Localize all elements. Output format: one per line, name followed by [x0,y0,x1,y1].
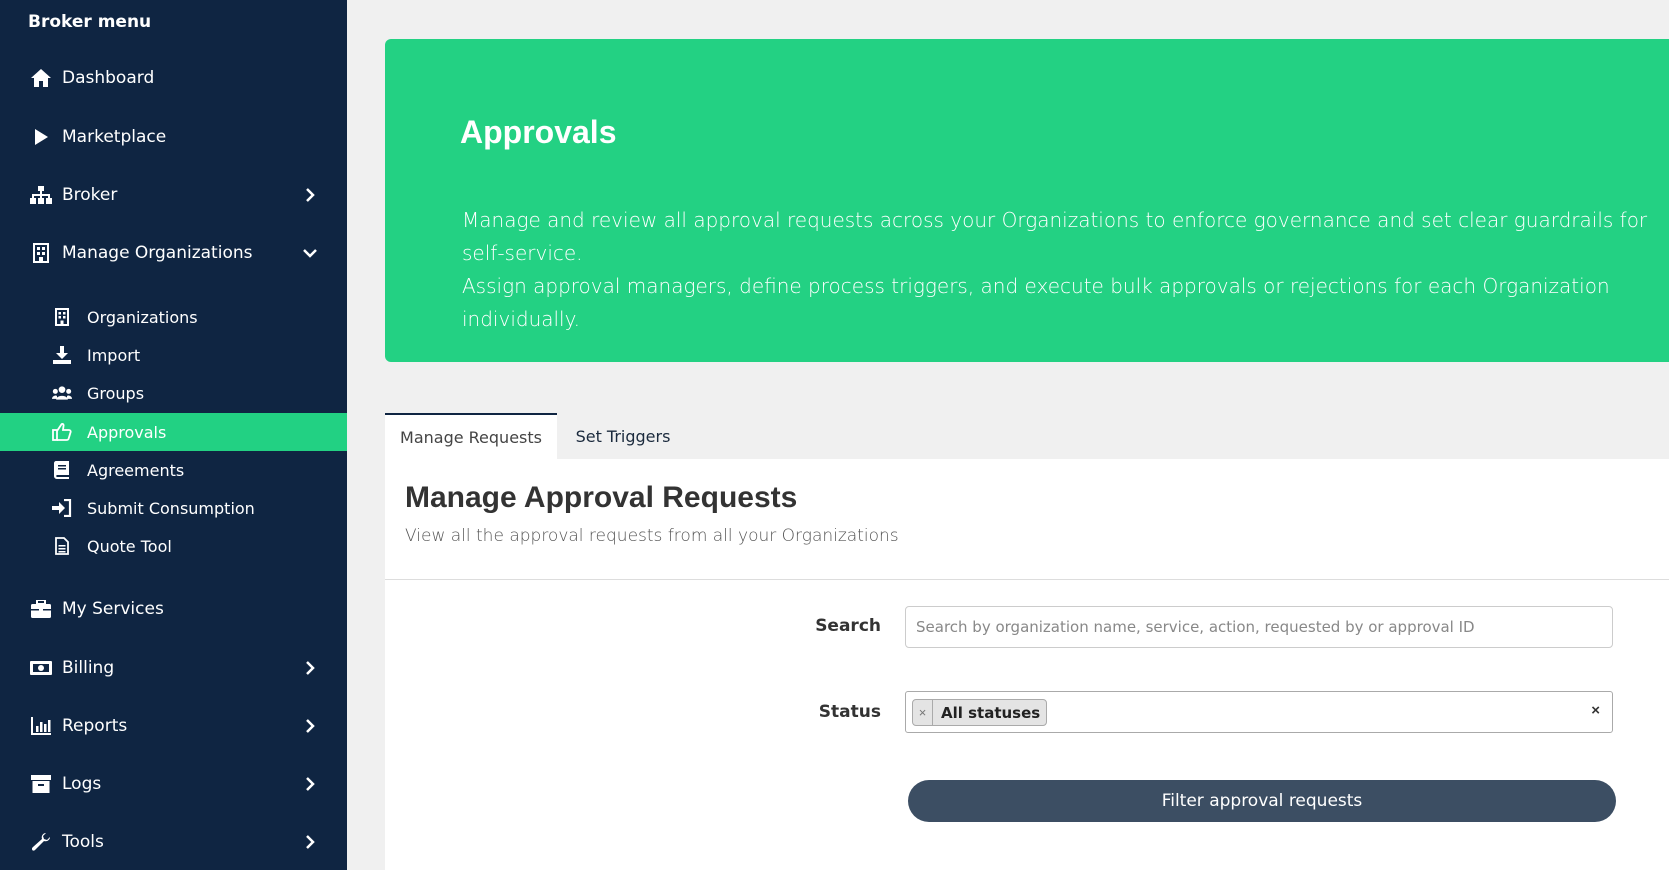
clear-status-icon[interactable]: × [1591,702,1600,719]
sidebar-subitem-label: Submit Consumption [87,498,255,518]
archive-icon [30,773,52,795]
sidebar-item-marketplace[interactable]: Marketplace [0,117,347,157]
manage-requests-panel: Manage Approval Requests View all the ap… [385,459,1669,870]
wrench-icon [30,831,52,853]
building-icon [30,242,52,264]
chevron-right-icon [300,716,320,736]
sidebar-item-manage-organizations[interactable]: Manage Organizations [0,233,347,273]
download-icon [52,345,72,365]
sidebar-subitem-label: Agreements [87,460,185,480]
sidebar-item-logs[interactable]: Logs [0,764,347,804]
sidebar-item-label: Manage Organizations [62,243,253,263]
sidebar-subitem-agreements[interactable]: Agreements [0,451,347,489]
hero-description-line-1: Manage and review all approval requests … [462,208,1648,265]
sidebar-item-label: Logs [62,774,102,794]
sidebar-subitem-label: Organizations [87,307,198,327]
chevron-right-icon [300,832,320,852]
sidebar-subitem-import[interactable]: Import [0,336,347,374]
divider [385,579,1669,580]
sign-in-icon [52,498,72,518]
users-icon [52,383,72,403]
sidebar-item-billing[interactable]: Billing [0,648,347,688]
sidebar: Broker menu Dashboard Marketplace Broker… [0,0,347,870]
search-input[interactable] [905,606,1613,648]
hero-description: Manage and review all approval requests … [462,204,1662,336]
sidebar-subitem-label: Groups [87,383,145,403]
sitemap-icon [30,184,52,206]
sidebar-subitem-quote-tool[interactable]: Quote Tool [0,527,347,565]
briefcase-icon [30,598,52,620]
sidebar-subitem-label: Approvals [87,422,167,442]
sidebar-subitem-submit-consumption[interactable]: Submit Consumption [0,489,347,527]
status-select[interactable]: × All statuses × [905,691,1613,733]
book-icon [52,460,72,480]
sidebar-item-label: Marketplace [62,127,167,147]
chevron-right-icon [300,774,320,794]
sidebar-subitem-label: Quote Tool [87,536,172,556]
sidebar-item-label: Broker [62,185,118,205]
tab-set-triggers[interactable]: Set Triggers [557,413,689,459]
sidebar-subitem-groups[interactable]: Groups [0,374,347,412]
home-icon [30,67,52,89]
search-label: Search [815,616,881,636]
filter-approval-requests-button[interactable]: Filter approval requests [908,780,1616,822]
panel-subtitle: View all the approval requests from all … [405,526,899,546]
chevron-down-icon [300,243,320,263]
sidebar-item-reports[interactable]: Reports [0,706,347,746]
chart-icon [30,715,52,737]
chevron-right-icon [300,185,320,205]
status-label: Status [818,702,881,722]
sidebar-item-label: Tools [62,832,104,852]
sidebar-item-label: My Services [62,599,164,619]
page-title: Approvals [460,114,617,150]
hero-description-line-2: Assign approval managers, define process… [462,274,1610,331]
sidebar-item-broker[interactable]: Broker [0,175,347,215]
sidebar-item-tools[interactable]: Tools [0,822,347,862]
thumbs-up-icon [52,422,72,442]
building-icon [52,307,72,327]
sidebar-subitem-organizations[interactable]: Organizations [0,298,347,336]
sidebar-subitem-label: Import [87,345,141,365]
status-chip-label: All statuses [941,703,1041,722]
status-chip: × All statuses [912,699,1048,726]
sidebar-item-my-services[interactable]: My Services [0,589,347,629]
sidebar-item-label: Dashboard [62,68,155,88]
chip-remove-icon[interactable]: × [913,700,933,725]
sidebar-item-label: Reports [62,716,128,736]
sidebar-item-dashboard[interactable]: Dashboard [0,58,347,98]
panel-title: Manage Approval Requests [405,481,798,514]
play-icon [30,126,52,148]
sidebar-title: Broker menu [28,12,152,32]
chevron-right-icon [300,658,320,678]
file-icon [52,536,72,556]
sidebar-item-label: Billing [62,658,115,678]
tab-manage-requests[interactable]: Manage Requests [385,413,557,459]
sidebar-subitem-approvals[interactable]: Approvals [0,413,347,451]
hero-banner: Approvals Manage and review all approval… [385,39,1669,362]
money-icon [30,657,52,679]
